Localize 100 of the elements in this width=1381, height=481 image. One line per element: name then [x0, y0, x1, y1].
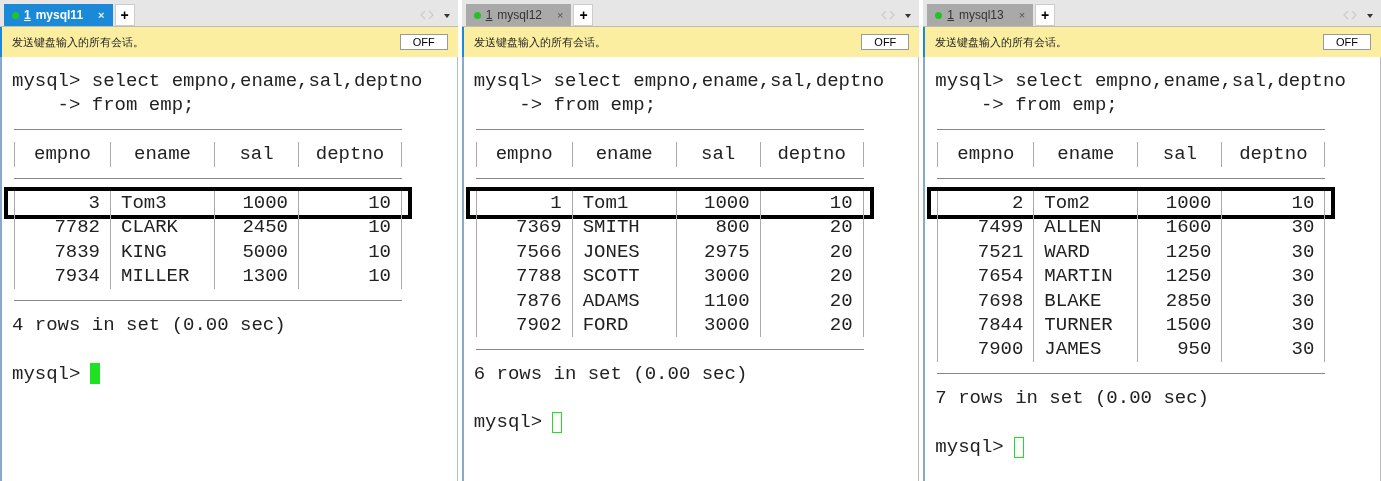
table-cell: KING — [110, 239, 214, 265]
column-header: empno — [475, 142, 572, 167]
table-cell: Tom1 — [571, 190, 676, 216]
table-cell: JAMES — [1033, 337, 1138, 362]
table-cell: 20 — [759, 239, 864, 265]
table-cell: 10 — [298, 215, 402, 240]
table-cell: 7654 — [937, 264, 1034, 289]
table-cell: Tom2 — [1033, 190, 1138, 216]
table-cell: 10 — [298, 190, 402, 216]
table-cell: 7839 — [14, 239, 110, 265]
table-cell: 30 — [1221, 288, 1326, 313]
table-cell: 2850 — [1137, 288, 1222, 313]
table-cell: SMITH — [571, 215, 676, 240]
table-cell: 3000 — [675, 264, 760, 289]
broadcast-message: 发送键盘输入的所有会话。 — [12, 34, 144, 50]
table-cell: 20 — [759, 264, 864, 289]
off-button[interactable]: OFF — [861, 34, 910, 50]
command-line: mysql> select empno,ename,sal,deptno — [12, 69, 424, 94]
off-button[interactable]: OFF — [399, 34, 448, 50]
session-tab[interactable]: 1 mysql11 × — [4, 4, 113, 26]
table-cell: ADAMS — [571, 288, 676, 313]
table-cell: 2450 — [214, 215, 298, 240]
table-cell: MILLER — [110, 264, 214, 289]
new-tab-button[interactable]: + — [573, 4, 594, 26]
column-header: deptno — [298, 142, 402, 167]
table-cell: 10 — [298, 239, 402, 265]
table-cell: MARTIN — [1033, 264, 1138, 289]
table-cell: 30 — [1221, 337, 1326, 362]
prompt-text: mysql> — [12, 361, 81, 387]
table-cell: 1300 — [214, 264, 298, 289]
table-cell: 7521 — [937, 239, 1034, 265]
new-tab-button[interactable]: + — [1035, 4, 1056, 26]
command-line: mysql> select empno,ename,sal,deptno — [473, 69, 886, 94]
column-header: deptno — [1221, 142, 1326, 167]
table-cell: TURNER — [1033, 312, 1138, 338]
column-header: sal — [214, 142, 298, 167]
session-tab[interactable]: 1 mysql13 × — [927, 4, 1034, 26]
table-cell: 7934 — [14, 264, 110, 289]
table-cell: 7369 — [475, 215, 572, 240]
table-cell: Tom3 — [110, 190, 214, 216]
column-header: ename — [110, 142, 214, 167]
column-header: empno — [937, 142, 1034, 167]
table-cell: 7900 — [937, 337, 1034, 362]
table-cell: 1250 — [1137, 264, 1222, 289]
table-cell: BLAKE — [1033, 288, 1138, 313]
table-cell: 7876 — [475, 288, 572, 313]
column-header: sal — [675, 142, 760, 167]
table-cell: 5000 — [214, 239, 298, 265]
table-cell: 7698 — [937, 288, 1034, 313]
dropdown-caret-icon[interactable] — [1367, 14, 1373, 18]
dropdown-caret-icon[interactable] — [443, 14, 450, 18]
table-cell: 800 — [675, 215, 760, 240]
table-cell: 7844 — [937, 312, 1034, 338]
off-button[interactable]: OFF — [1323, 34, 1371, 50]
table-cell: 1500 — [1137, 312, 1222, 338]
table-cell: 1100 — [675, 288, 760, 313]
table-cell: 1600 — [1137, 215, 1222, 240]
table-cell: WARD — [1033, 239, 1138, 265]
result-summary: 7 rows in set (0.00 sec) — [935, 386, 1210, 411]
table-cell: 30 — [1221, 215, 1326, 240]
table-cell: JONES — [571, 239, 676, 265]
column-header: sal — [1137, 142, 1222, 167]
table-cell: 7499 — [937, 215, 1034, 240]
table-cell: 7782 — [14, 215, 110, 240]
result-summary: 4 rows in set (0.00 sec) — [12, 312, 287, 338]
command-line: -> from emp; — [979, 93, 1119, 118]
table-cell: SCOTT — [571, 264, 676, 289]
new-tab-button[interactable]: + — [114, 4, 135, 26]
table-cell: 30 — [1221, 264, 1326, 289]
column-header: ename — [1033, 142, 1138, 167]
table-cell: 30 — [1221, 312, 1326, 338]
result-summary: 6 rows in set (0.00 sec) — [473, 361, 749, 387]
table-cell: 1250 — [1137, 239, 1222, 265]
table-cell: 1 — [475, 190, 572, 216]
session-tab[interactable]: 1 mysql12 × — [465, 4, 572, 26]
command-line: -> from emp; — [56, 93, 196, 118]
table-cell: 10 — [759, 190, 864, 216]
table-cell: 2975 — [675, 239, 760, 265]
table-cell: 1000 — [1137, 190, 1222, 216]
column-header: empno — [14, 142, 110, 167]
table-cell: 10 — [1221, 190, 1326, 216]
table-cell: 10 — [298, 264, 402, 289]
table-cell: 20 — [759, 288, 864, 313]
command-line: mysql> select empno,ename,sal,deptno — [935, 69, 1347, 94]
table-cell: 2 — [937, 190, 1034, 216]
table-cell: 3 — [14, 190, 110, 216]
broadcast-message: 发送键盘输入的所有会话。 — [935, 34, 1068, 50]
column-header: ename — [571, 142, 676, 167]
table-cell: 1000 — [675, 190, 760, 216]
table-cell: 1000 — [214, 190, 298, 216]
table-cell: 7566 — [475, 239, 572, 265]
table-cell: 950 — [1137, 337, 1222, 362]
prompt-text: mysql> — [935, 434, 1004, 460]
dropdown-caret-icon[interactable] — [905, 14, 912, 18]
prompt-text: mysql> — [473, 410, 543, 435]
table-cell: 30 — [1221, 239, 1326, 265]
table-cell: CLARK — [110, 215, 214, 240]
table-cell: 7788 — [475, 264, 572, 289]
table-cell: 20 — [759, 215, 864, 240]
broadcast-message: 发送键盘输入的所有会话。 — [473, 34, 606, 50]
